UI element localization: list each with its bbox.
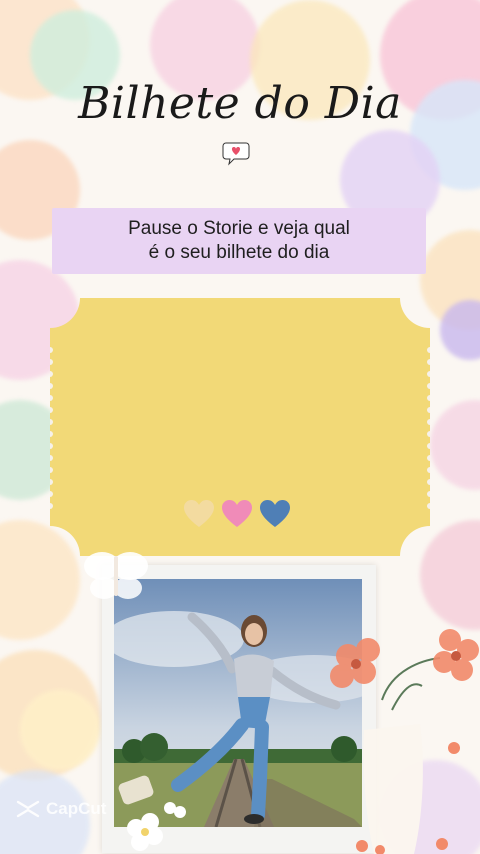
- heart-faded-icon: [184, 500, 214, 527]
- instruction-line-2: é o seu bilhete do dia: [148, 242, 330, 263]
- capcut-label: CapCut: [46, 799, 107, 818]
- capcut-logo-icon: [16, 800, 40, 818]
- speech-heart-icon: [222, 142, 250, 166]
- ticket-hearts: [184, 500, 290, 528]
- butterfly-icon: [84, 552, 148, 599]
- instruction-banner: Pause o Storie e veja qual é o seu bilhe…: [52, 208, 426, 274]
- heart-pink-icon: [222, 500, 252, 527]
- flower-vase-icon: [330, 629, 479, 854]
- story-title: Bilhete do Dia: [78, 78, 402, 129]
- capcut-watermark: CapCut: [16, 798, 106, 820]
- white-flowers-icon: [127, 802, 186, 851]
- heart-blue-icon: [260, 500, 290, 527]
- instruction-line-1: Pause o Storie e veja qual: [128, 218, 350, 239]
